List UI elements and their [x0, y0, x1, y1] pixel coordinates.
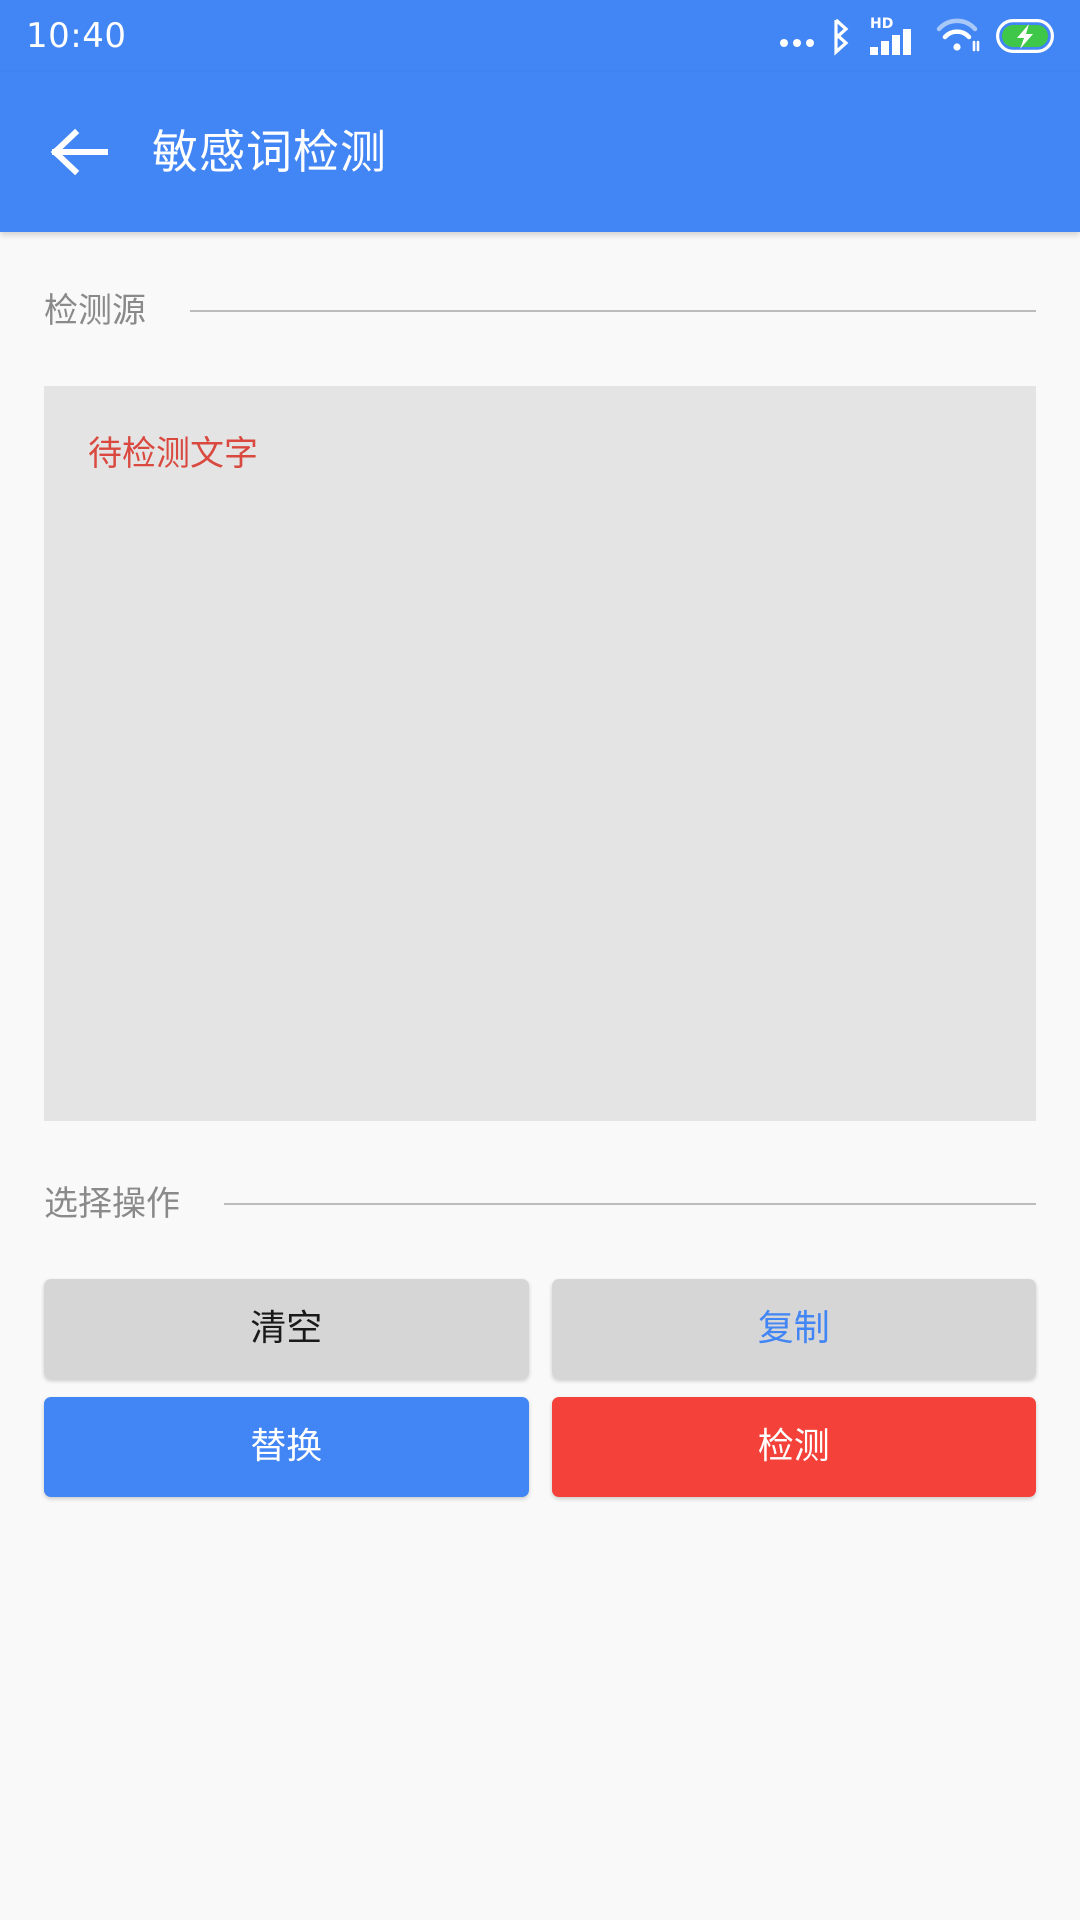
operation-buttons: 清空 复制 替换 检测	[44, 1279, 1036, 1497]
clear-button[interactable]: 清空	[44, 1279, 529, 1379]
section-label-source: 检测源	[44, 291, 146, 331]
wifi-icon	[936, 16, 982, 56]
svg-text:HD: HD	[870, 16, 893, 32]
phone-screen: 10:40 HD 敏感词检测 检测源 待检测文字 选择操作 清空 复制 替换 检…	[0, 0, 1080, 1920]
replace-button[interactable]: 替换	[44, 1397, 529, 1497]
section-header-source: 检测源	[0, 294, 1080, 328]
content-area: 检测源 待检测文字 选择操作 清空 复制 替换 检测	[0, 232, 1080, 1920]
battery-charging-icon	[996, 19, 1054, 53]
status-bar: 10:40 HD	[0, 0, 1080, 72]
hd-signal-icon: HD	[868, 15, 922, 57]
more-dots-icon	[780, 16, 814, 56]
bluetooth-icon	[828, 16, 854, 56]
source-textarea[interactable]: 待检测文字	[44, 386, 1036, 1121]
status-icons: HD	[780, 16, 1054, 56]
copy-button[interactable]: 复制	[551, 1279, 1036, 1379]
status-clock: 10:40	[26, 16, 127, 56]
section-header-operations: 选择操作	[0, 1187, 1080, 1221]
section-divider-operations	[224, 1203, 1036, 1205]
back-arrow-icon	[49, 125, 111, 179]
page-title: 敏感词检测	[152, 125, 387, 179]
detect-button[interactable]: 检测	[551, 1397, 1036, 1497]
section-label-operations: 选择操作	[44, 1184, 180, 1224]
source-textarea-placeholder: 待检测文字	[88, 434, 258, 474]
app-bar: 敏感词检测	[0, 72, 1080, 232]
back-button[interactable]	[44, 116, 116, 188]
section-divider-source	[190, 310, 1036, 312]
